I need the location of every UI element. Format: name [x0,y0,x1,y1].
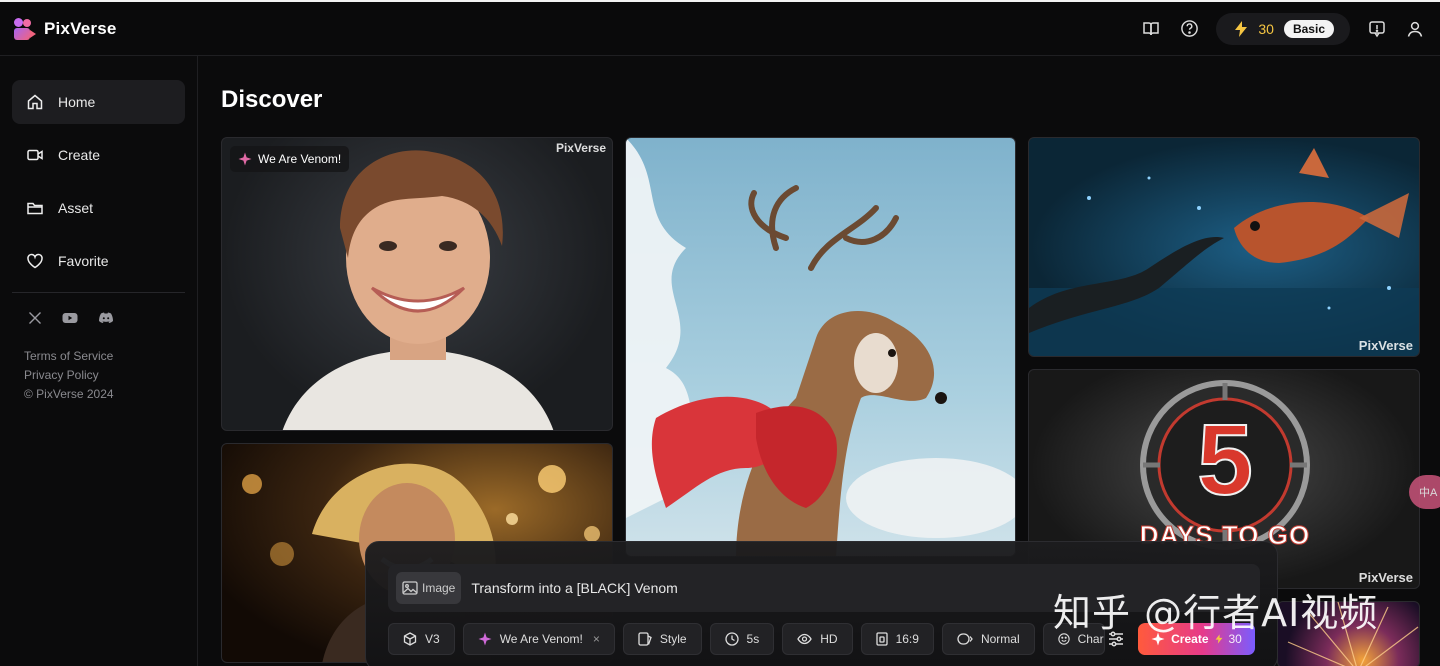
legal-links: Terms of Service Privacy Policy © PixVer… [12,347,185,404]
card-thumbnail [282,150,554,430]
image-icon [402,581,418,595]
plan-badge[interactable]: Basic [1283,19,1334,38]
help-icon[interactable] [1178,18,1200,40]
prompt-input[interactable]: Transform into a [BLACK] Venom [471,580,677,596]
discord-icon[interactable] [98,311,114,325]
sidebar-item-label: Create [58,147,101,163]
youtube-icon[interactable] [62,311,78,325]
template-label: We Are Venom! [499,632,583,646]
sidebar-item-create[interactable]: Create [12,133,185,177]
page-title: Discover [221,86,323,113]
terms-link[interactable]: Terms of Service [24,347,185,366]
media-card[interactable]: PixVerse [1028,137,1420,357]
sidebar-item-label: Home [58,94,96,110]
image-mode-button[interactable]: Image [396,572,462,604]
x-icon[interactable] [28,311,42,325]
template-option[interactable]: We Are Venom! × [462,623,615,655]
home-icon [27,94,43,110]
quality-label: HD [820,632,838,646]
app-window: PixVerse 30 Basic Home Create Asset Favo… [0,0,1440,666]
sparkle-icon [478,632,492,646]
sidebar-item-label: Asset [58,200,94,216]
pixverse-logo-icon [14,17,36,40]
motion-icon [957,633,973,645]
media-card[interactable] [625,137,1016,557]
translate-button[interactable]: 中A [1409,475,1440,509]
cube-icon [403,632,417,646]
template-tag-label: We Are Venom! [258,152,342,166]
card-thumbnail [1029,148,1419,356]
credits-pill[interactable]: 30 Basic [1216,12,1350,45]
folder-icon [27,202,43,215]
brand[interactable]: PixVerse [14,17,117,40]
watermark-overlay: 知乎 @行者AI视频 [1053,591,1379,635]
sidebar-item-home[interactable]: Home [12,80,185,124]
template-tag: We Are Venom! [230,146,350,172]
aspect-ratio-label: 16:9 [895,632,919,646]
image-mode-label: Image [422,581,456,595]
style-option[interactable]: Style [622,623,702,655]
aspect-ratio-option[interactable]: 16:9 [860,623,934,655]
top-bar: PixVerse 30 Basic [0,2,1440,56]
sidebar-divider [12,292,185,293]
card-thumbnail [626,138,1015,556]
brand-name: PixVerse [44,18,117,38]
book-icon[interactable] [1140,18,1162,40]
sidebar-item-asset[interactable]: Asset [12,186,185,230]
aspect-icon [875,632,888,646]
media-card[interactable]: We Are Venom! PixVerse [221,137,613,431]
privacy-link[interactable]: Privacy Policy [24,366,185,385]
sidebar: Home Create Asset Favorite Terms of Serv… [0,56,198,666]
prompt-options: V3 We Are Venom! × Style 5s HD 16:9 Norm… [388,623,1105,655]
copyright-text: © PixVerse 2024 [24,387,114,401]
card-watermark: PixVerse [1358,338,1413,353]
credits-count: 30 [1258,20,1274,37]
video-camera-icon [27,149,43,161]
style-label: Style [659,632,687,646]
social-links [12,311,185,325]
announcement-icon[interactable] [1366,18,1388,40]
duration-label: 5s [746,632,760,646]
sparkle-icon [238,152,252,166]
model-label: V3 [425,632,440,646]
countdown-number: 5 [1196,404,1254,516]
style-icon [638,632,652,646]
motion-label: Normal [980,632,1020,646]
sidebar-item-label: Favorite [58,253,109,269]
model-option[interactable]: V3 [388,623,455,655]
sidebar-item-favorite[interactable]: Favorite [12,239,185,283]
motion-option[interactable]: Normal [941,623,1035,655]
quality-option[interactable]: HD [782,623,853,655]
lightning-icon [1235,20,1248,37]
duration-option[interactable]: 5s [709,623,775,655]
eye-icon [797,633,812,645]
top-actions: 30 Basic [1140,12,1426,45]
user-icon[interactable] [1404,18,1426,40]
card-watermark: PixVerse [555,141,606,155]
clock-icon [724,632,739,646]
heart-icon [27,253,43,269]
close-icon[interactable]: × [593,632,600,646]
